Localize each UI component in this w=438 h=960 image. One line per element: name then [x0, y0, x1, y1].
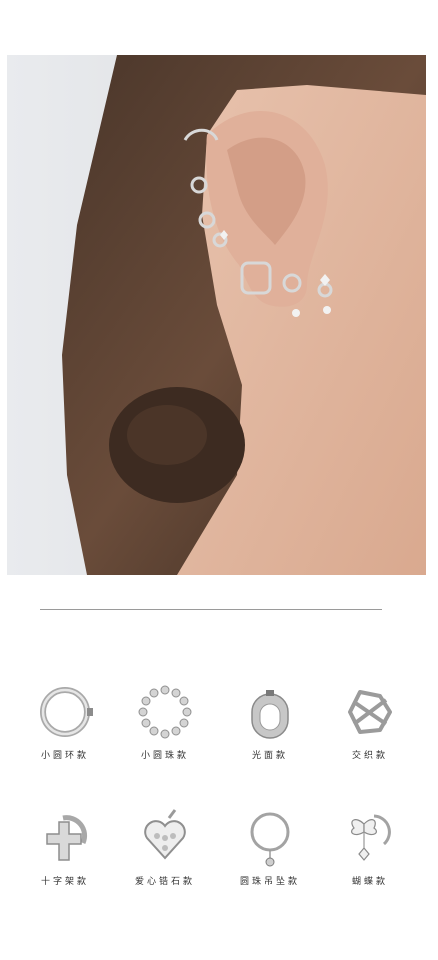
product-label: 交织款 — [351, 751, 388, 761]
product-label: 光面款 — [251, 751, 288, 761]
product-item-cross-huggie[interactable]: 十字架款 — [15, 808, 115, 887]
butterfly-hoop-icon — [351, 814, 391, 861]
product-label: 十字架款 — [40, 877, 89, 887]
product-item-heart-zircon[interactable]: 爱心锆石款 — [115, 808, 215, 887]
product-item-butterfly-hoop[interactable]: 蝴蝶款 — [320, 808, 420, 887]
woven-cuff-icon — [348, 690, 392, 734]
product-item-bead-pendant-hoop[interactable]: 圆珠吊坠款 — [220, 808, 320, 887]
smooth-huggie-icon — [251, 690, 289, 739]
hero-photo-ear-earrings — [7, 55, 426, 575]
product-item-woven-cuff[interactable]: 交织款 — [320, 682, 420, 761]
bead-pendant-hoop-icon — [250, 812, 290, 867]
small-hoop-icon — [40, 687, 93, 737]
product-item-smooth-huggie[interactable]: 光面款 — [220, 682, 320, 761]
product-label: 蝴蝶款 — [351, 877, 388, 887]
product-label: 小圆珠款 — [140, 751, 189, 761]
heart-zircon-icon — [144, 809, 186, 860]
product-item-beaded-hoop[interactable]: 小圆珠款 — [115, 682, 215, 761]
cross-huggie-icon — [46, 815, 88, 861]
product-label: 圆珠吊坠款 — [239, 877, 300, 887]
section-divider — [40, 609, 382, 610]
beaded-hoop-icon — [138, 685, 192, 739]
product-label: 小圆环款 — [40, 751, 89, 761]
product-label: 爱心锆石款 — [134, 877, 195, 887]
product-item-small-hoop[interactable]: 小圆环款 — [15, 682, 115, 761]
